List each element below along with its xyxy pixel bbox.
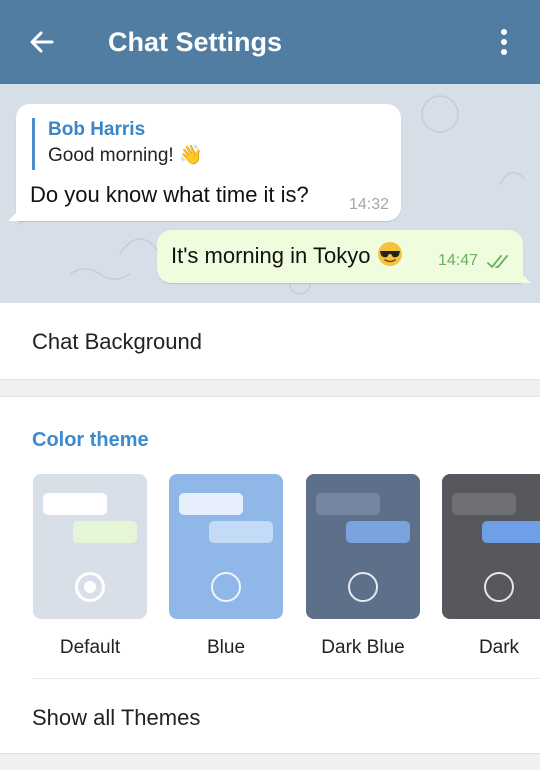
outgoing-message: It's morning in Tokyo 14:47 xyxy=(157,230,531,283)
bubble-tail xyxy=(8,211,18,221)
section-divider xyxy=(0,753,540,770)
app-bar: Chat Settings xyxy=(0,0,540,84)
reply-text: Good morning! xyxy=(48,145,174,166)
theme-radio[interactable] xyxy=(484,572,514,602)
reply-quote: Bob Harris Good morning! 👋 xyxy=(32,118,203,170)
incoming-message: Bob Harris Good morning! 👋 Do you know w… xyxy=(8,104,401,221)
message-text: It's morning in Tokyo xyxy=(171,243,371,268)
bubble-preview-in xyxy=(316,493,380,515)
bubble-preview-out xyxy=(209,521,273,543)
more-vertical-icon[interactable] xyxy=(488,24,520,60)
double-check-icon xyxy=(487,255,508,268)
theme-name: Dark xyxy=(478,637,520,658)
bubble-preview-out xyxy=(73,521,137,543)
theme-radio[interactable] xyxy=(348,572,378,602)
message-text: Do you know what time it is? xyxy=(30,182,309,207)
reply-sender-name: Bob Harris xyxy=(48,119,146,140)
chat-background-label: Chat Background xyxy=(32,329,202,354)
section-header: Color theme xyxy=(32,429,149,451)
bubble-preview-in xyxy=(179,493,243,515)
show-all-themes-link[interactable]: Show all Themes xyxy=(32,703,200,733)
message-text-line: It's morning in Tokyo xyxy=(171,241,403,271)
theme-name: Blue xyxy=(206,637,246,658)
theme-name: Dark Blue xyxy=(321,637,405,658)
message-time: 14:47 xyxy=(438,252,479,269)
theme-radio[interactable] xyxy=(75,572,105,602)
bubble-preview-in xyxy=(43,493,107,515)
theme-card-blue[interactable] xyxy=(169,474,283,619)
theme-name: Default xyxy=(59,637,121,658)
divider xyxy=(32,678,540,679)
bubble-preview-in xyxy=(452,493,516,515)
bubble-preview-out xyxy=(482,521,540,543)
chat-background-row[interactable]: Chat Background xyxy=(0,303,540,379)
theme-card-dark[interactable] xyxy=(442,474,540,619)
arrow-left-icon[interactable] xyxy=(24,24,60,60)
section-divider xyxy=(0,379,540,397)
theme-card-default[interactable] xyxy=(33,474,147,619)
theme-card-dark-blue[interactable] xyxy=(306,474,420,619)
bubble-tail xyxy=(521,273,531,283)
theme-radio[interactable] xyxy=(211,572,241,602)
waving-hand-icon: 👋 xyxy=(178,145,203,166)
chat-preview: Bob Harris Good morning! 👋 Do you know w… xyxy=(0,84,540,303)
bubble-preview-out xyxy=(346,521,410,543)
sunglasses-face-icon xyxy=(377,242,402,266)
message-time: 14:32 xyxy=(348,196,389,213)
reply-text-line: Good morning! 👋 xyxy=(48,142,203,170)
page-title: Chat Settings xyxy=(108,27,283,57)
color-theme-section: Color theme Default Blue Dark Blue Dark … xyxy=(0,397,540,753)
